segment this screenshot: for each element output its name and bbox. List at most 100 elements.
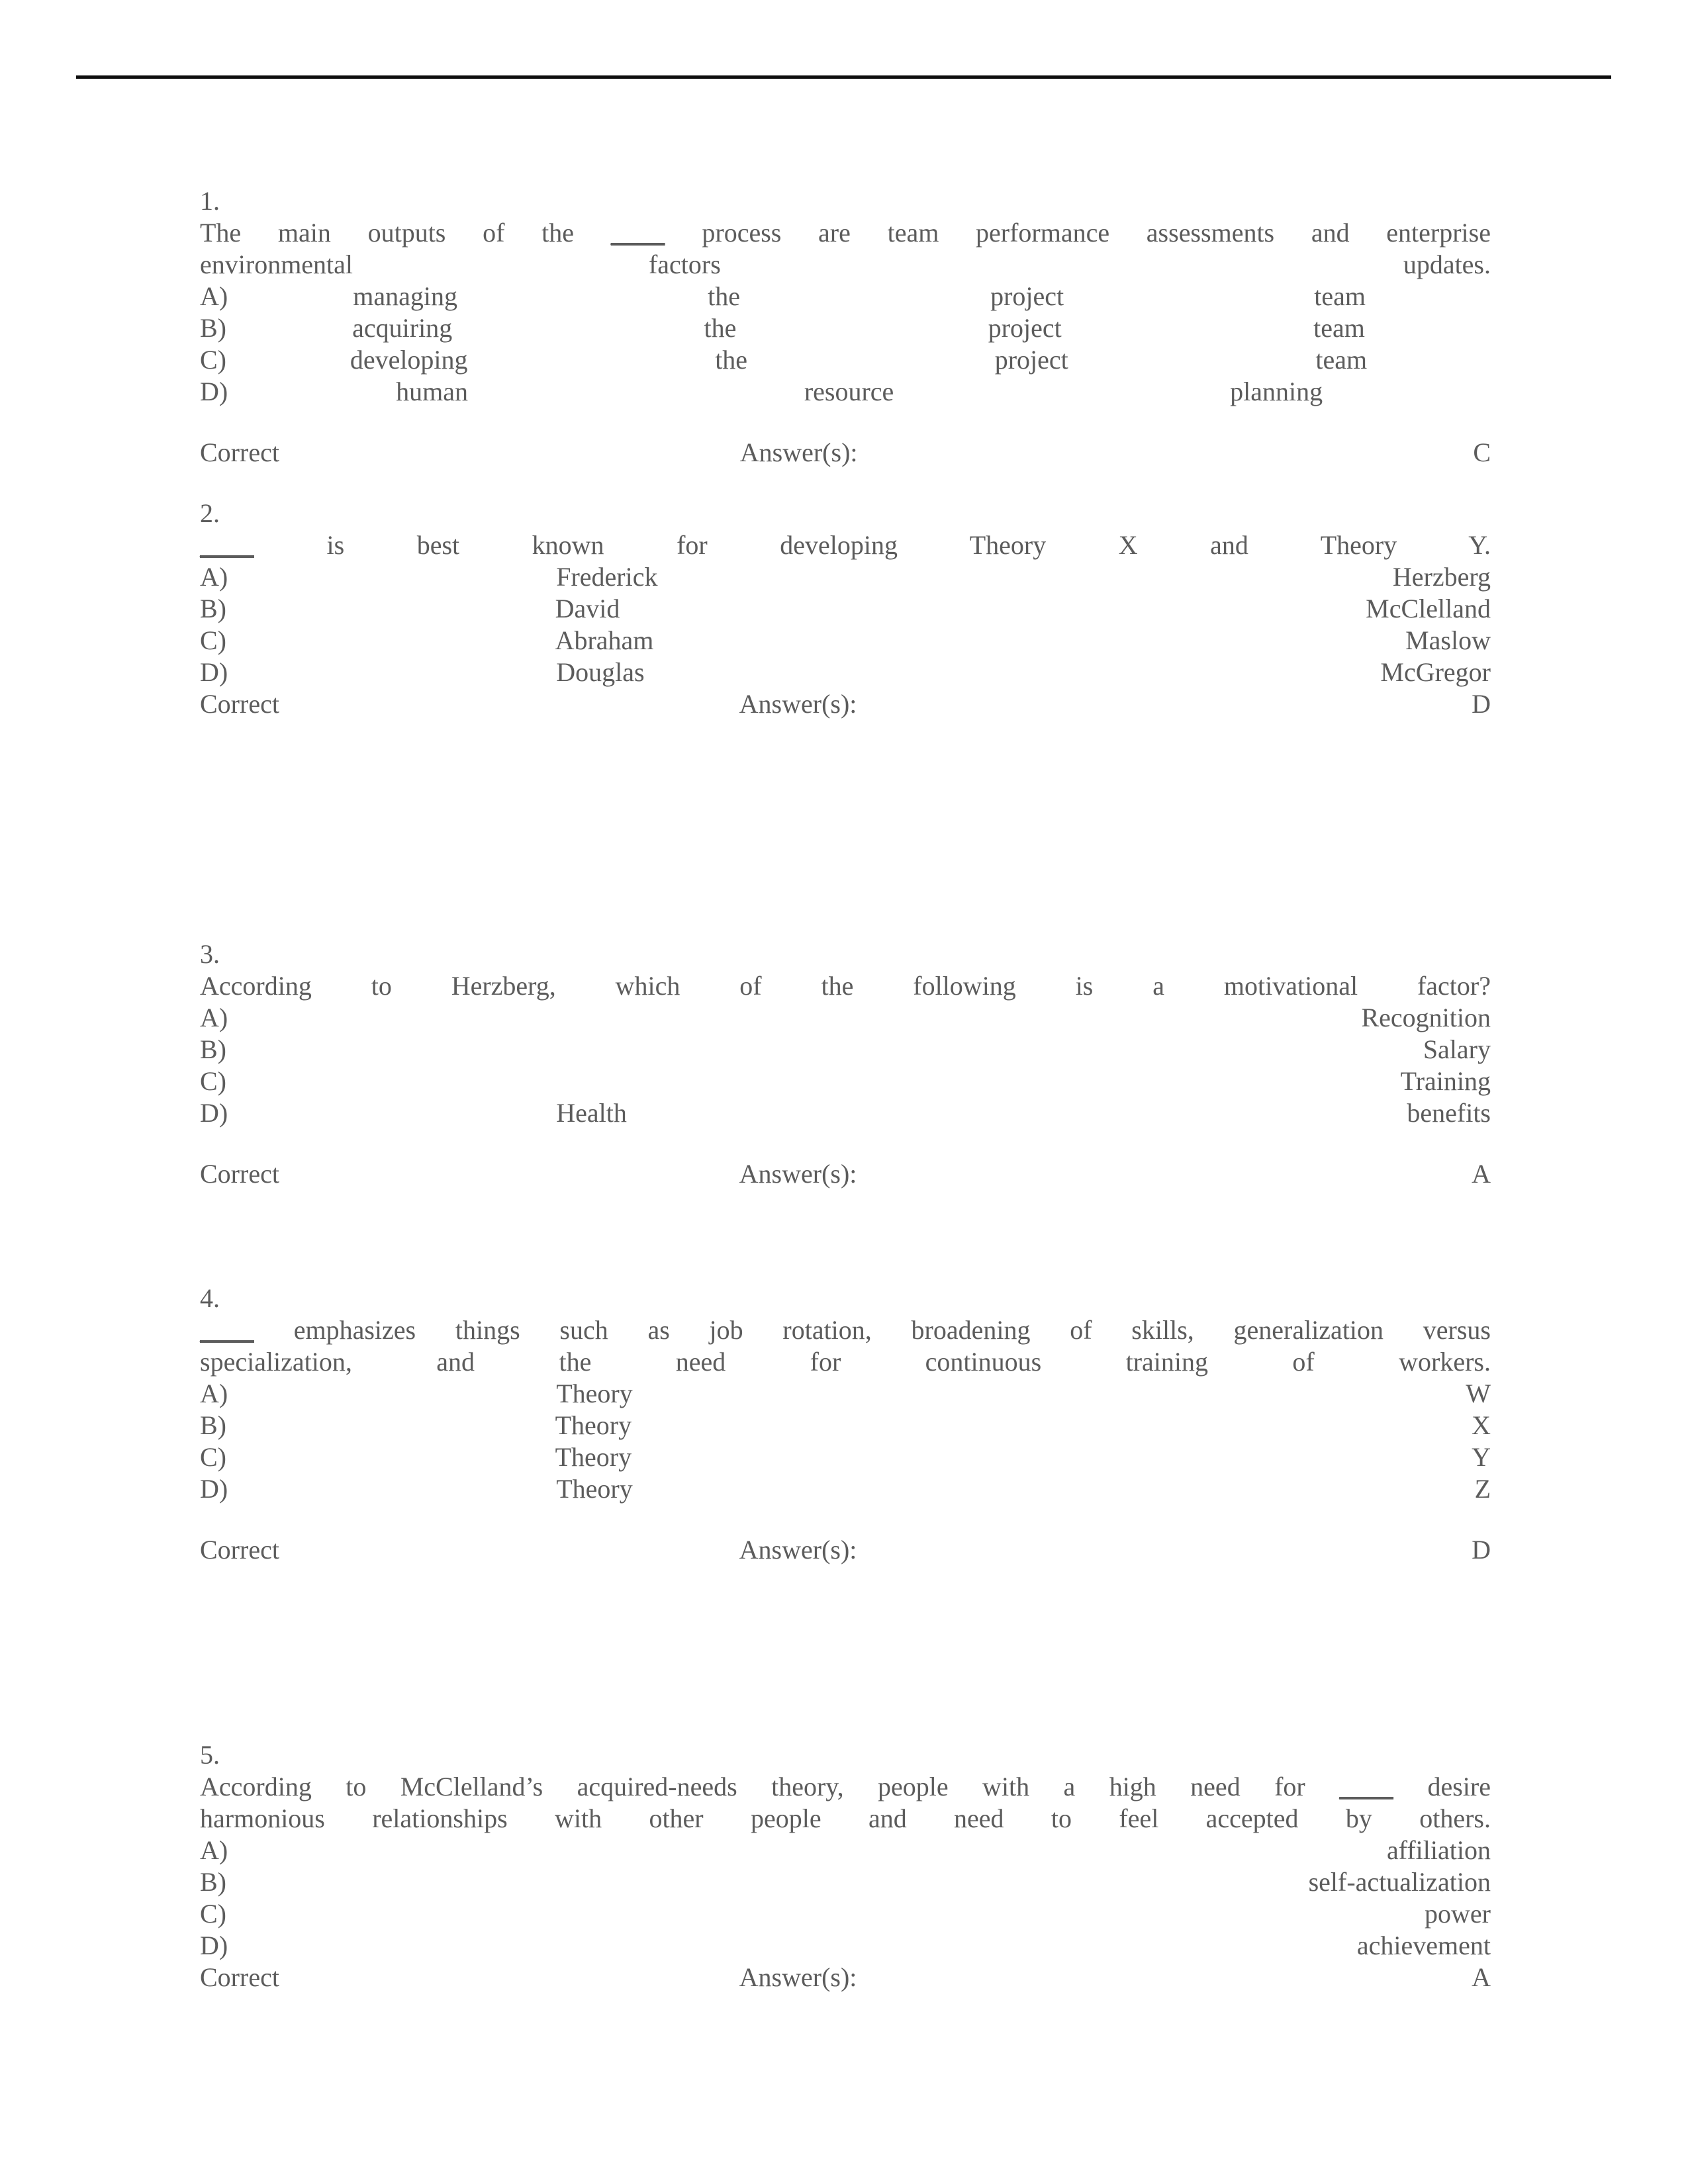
option-word: power bbox=[1425, 1899, 1491, 1929]
correct-answer-value-2: D bbox=[1472, 689, 1491, 719]
option-row-1a[interactable]: A) managing the project team bbox=[200, 281, 1491, 312]
option-word: resource bbox=[804, 377, 894, 406]
option-text-1d: human resource planning bbox=[228, 376, 1491, 408]
question-stem-1-line2: environmental factors updates. bbox=[200, 249, 1491, 281]
stem-word-environmental: environmental bbox=[200, 250, 353, 279]
option-word: Z bbox=[1474, 1474, 1491, 1504]
question-number-3: 3. bbox=[200, 939, 220, 969]
question-stem-4-line2: specialization, and the need for continu… bbox=[200, 1347, 1491, 1377]
header-divider-rule bbox=[76, 75, 1611, 79]
option-row-2a[interactable]: A) Frederick Herzberg bbox=[200, 561, 1491, 593]
question-number-2: 2. bbox=[200, 498, 220, 528]
option-word: human bbox=[396, 377, 468, 406]
option-row-4c[interactable]: C) Theory Y bbox=[200, 1441, 1491, 1473]
option-letter-d: D) bbox=[200, 1098, 228, 1128]
question-stem-5-line1: According to McClelland’s acquired-needs… bbox=[200, 1771, 1491, 1803]
option-word: affiliation bbox=[1387, 1835, 1491, 1865]
option-text-4c: Theory Y bbox=[226, 1441, 1491, 1473]
question-stem-5-line2: harmonious relationships with other peop… bbox=[200, 1803, 1491, 1833]
option-word: Frederick bbox=[556, 562, 658, 592]
option-word: Training bbox=[1400, 1066, 1491, 1096]
option-row-3c[interactable]: C) Training bbox=[200, 1066, 1491, 1097]
option-word: the bbox=[715, 345, 748, 375]
option-letter-d: D) bbox=[200, 657, 228, 687]
option-letter-a: A) bbox=[200, 1003, 228, 1032]
option-letter-a: A) bbox=[200, 1379, 228, 1408]
option-text-3d: Health benefits bbox=[228, 1097, 1491, 1129]
question-stem-4-line1: ____ emphasizes things such as job rotat… bbox=[200, 1314, 1491, 1346]
option-row-5c[interactable]: C) power bbox=[200, 1898, 1491, 1930]
question-block-1: 1. The main outputs of the ____ process … bbox=[200, 185, 1491, 469]
option-word: team bbox=[1315, 345, 1368, 375]
question-stem-3: According to Herzberg, which of the foll… bbox=[200, 971, 1491, 1001]
option-word: project bbox=[994, 345, 1068, 375]
option-letter-b: B) bbox=[200, 313, 226, 343]
option-word: managing bbox=[353, 281, 457, 311]
option-letter-c: C) bbox=[200, 1899, 226, 1929]
stem-text-pre: According to McClelland’s acquired-needs… bbox=[200, 1772, 1340, 1801]
spacer-between-q4-q5 bbox=[200, 1566, 1491, 1739]
option-letter-b: B) bbox=[200, 1867, 226, 1897]
correct-answer-value-4: D bbox=[1472, 1535, 1491, 1565]
option-row-4b[interactable]: B) Theory X bbox=[200, 1410, 1491, 1441]
option-text-2d: Douglas McGregor bbox=[228, 657, 1491, 688]
option-row-5d[interactable]: D) achievement bbox=[200, 1930, 1491, 1962]
option-word: the bbox=[708, 281, 740, 311]
option-text-1a: managing the project team bbox=[228, 281, 1491, 312]
option-text-4d: Theory Z bbox=[228, 1473, 1491, 1505]
option-text-2b: David McClelland bbox=[226, 593, 1491, 625]
option-row-1b[interactable]: B) acquiring the project team bbox=[200, 312, 1491, 344]
option-row-3d[interactable]: D) Health benefits bbox=[200, 1097, 1491, 1129]
option-row-5b[interactable]: B) self-actualization bbox=[200, 1866, 1491, 1898]
question-block-4: 4. ____ emphasizes things such as job ro… bbox=[200, 1283, 1491, 1566]
option-row-4a[interactable]: A) Theory W bbox=[200, 1378, 1491, 1410]
option-text-5b: self-actualization bbox=[226, 1866, 1491, 1898]
answer-label: Answer(s): bbox=[739, 437, 858, 467]
fill-in-blank: ____ bbox=[200, 1315, 254, 1345]
option-row-3b[interactable]: B) Salary bbox=[200, 1034, 1491, 1066]
option-row-1c[interactable]: C) developing the project team bbox=[200, 344, 1491, 376]
option-row-4d[interactable]: D) Theory Z bbox=[200, 1473, 1491, 1505]
option-letter-c: C) bbox=[200, 1442, 226, 1472]
option-text-5d: achievement bbox=[228, 1930, 1491, 1962]
option-text-3a: Recognition bbox=[228, 1002, 1491, 1034]
option-row-3a[interactable]: A) Recognition bbox=[200, 1002, 1491, 1034]
option-row-2c[interactable]: C) Abraham Maslow bbox=[200, 625, 1491, 657]
document-page: 1. The main outputs of the ____ process … bbox=[0, 0, 1688, 2184]
correct-answer-value-5: A bbox=[1472, 1962, 1491, 1992]
option-word: Recognition bbox=[1361, 1003, 1491, 1032]
option-row-2d[interactable]: D) Douglas McGregor bbox=[200, 657, 1491, 688]
question-number-1: 1. bbox=[200, 186, 220, 216]
option-word: project bbox=[990, 281, 1064, 311]
option-text-5c: power bbox=[226, 1898, 1491, 1930]
correct-answer-value-3: A bbox=[1472, 1159, 1491, 1189]
option-word: achievement bbox=[1356, 1931, 1491, 1960]
option-word: team bbox=[1314, 281, 1366, 311]
question-block-3: 3. According to Herzberg, which of the f… bbox=[200, 938, 1491, 1190]
option-word: benefits bbox=[1407, 1098, 1491, 1128]
option-word: Theory bbox=[556, 1379, 633, 1408]
option-row-1d[interactable]: D) human resource planning bbox=[200, 376, 1491, 408]
question-number-5: 5. bbox=[200, 1740, 220, 1770]
stem-text: emphasizes things such as job rotation, … bbox=[254, 1315, 1491, 1345]
option-word: Theory bbox=[555, 1410, 632, 1440]
correct-answer-row-2: Correct Answer(s): D bbox=[200, 688, 1491, 720]
correct-answer-row-3: Correct Answer(s): A bbox=[200, 1158, 1491, 1190]
stem-word-factors: factors bbox=[648, 250, 721, 279]
option-word: Douglas bbox=[556, 657, 645, 687]
stem-word-updates: updates. bbox=[1403, 250, 1491, 279]
option-letter-c: C) bbox=[200, 1066, 226, 1096]
option-text-2c: Abraham Maslow bbox=[226, 625, 1491, 657]
option-word: Abraham bbox=[555, 625, 654, 655]
option-word: team bbox=[1313, 313, 1365, 343]
question-block-5: 5. According to McClelland’s acquired-ne… bbox=[200, 1739, 1491, 1993]
option-text-1c: developing the project team bbox=[226, 344, 1491, 376]
option-word: developing bbox=[350, 345, 468, 375]
option-letter-c: C) bbox=[200, 625, 226, 655]
answer-label: Answer(s): bbox=[739, 689, 857, 719]
stem-text-post: process are team performance assessments… bbox=[665, 218, 1491, 248]
option-row-5a[interactable]: A) affiliation bbox=[200, 1835, 1491, 1866]
option-row-2b[interactable]: B) David McClelland bbox=[200, 593, 1491, 625]
